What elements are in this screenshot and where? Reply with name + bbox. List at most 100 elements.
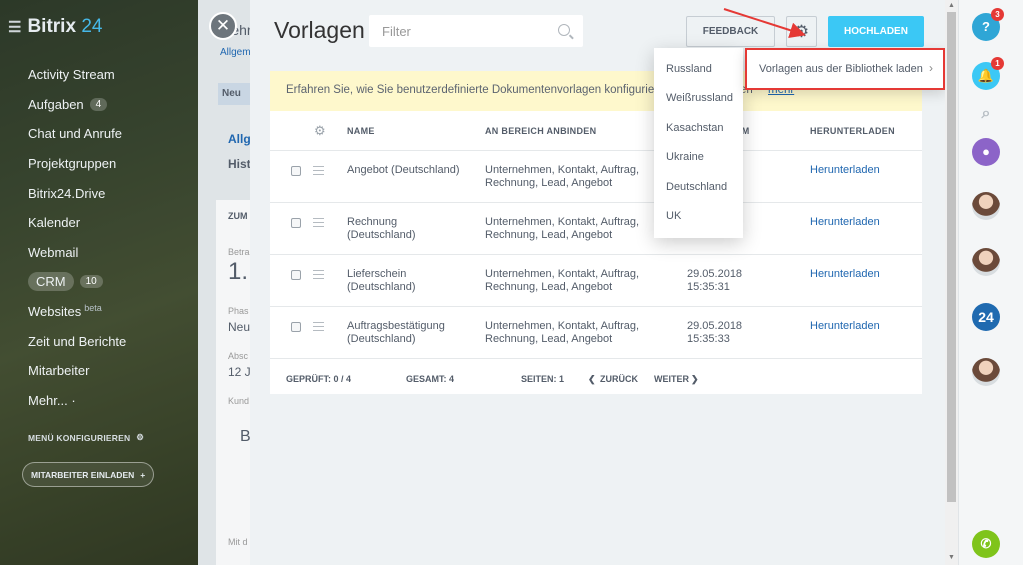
- scroll-up-icon[interactable]: ▲: [948, 2, 955, 9]
- behind-label: Betra: [228, 247, 250, 257]
- drag-handle-icon[interactable]: [313, 322, 324, 331]
- behind-value: 12 J: [228, 365, 251, 379]
- sidebar-item-websites[interactable]: Websites beta: [28, 297, 126, 327]
- sidebar-item-label: Activity Stream: [28, 67, 115, 83]
- filter-input[interactable]: Filter: [369, 15, 583, 47]
- binding-line: Rechnung, Lead, Angebot: [485, 229, 613, 241]
- right-toolbar: ? 3 🔔 1 ⌕ ● 24 ✆: [958, 0, 1023, 565]
- download-link[interactable]: Herunterladen: [810, 164, 880, 177]
- column-bind[interactable]: AN BEREICH ANBINDEN: [485, 126, 596, 136]
- search-icon[interactable]: ⌕: [972, 100, 1000, 128]
- behind-tab-history: Hist: [228, 157, 251, 171]
- gear-icon[interactable]: ⚙: [314, 123, 326, 139]
- sidebar-item-zeit[interactable]: Zeit und Berichte: [28, 326, 126, 356]
- template-binding: Unternehmen, Kontakt, Auftrag, Rechnung, …: [485, 268, 639, 294]
- sidebar-item-label: Mitarbeiter: [28, 363, 90, 379]
- column-download[interactable]: HERUNTERLADEN: [810, 126, 895, 136]
- phone-icon[interactable]: ✆: [972, 530, 1000, 558]
- template-binding: Unternehmen, Kontakt, Auftrag, Rechnung, …: [485, 164, 639, 190]
- sidebar-item-drive[interactable]: Bitrix24.Drive: [28, 178, 126, 208]
- menu-icon[interactable]: ☰: [8, 18, 21, 36]
- sidebar-item-mitarbeiter[interactable]: Mitarbeiter: [28, 356, 126, 386]
- menu-item-library-templates[interactable]: Vorlagen aus der Bibliothek laden ›: [745, 48, 945, 90]
- template-binding: Unternehmen, Kontakt, Auftrag, Rechnung, …: [485, 216, 639, 242]
- time-line: 15:35:33: [687, 333, 730, 345]
- menu-item-country[interactable]: Ukraine: [666, 151, 704, 163]
- sidebar-nav: Activity Stream Aufgaben 4 Chat und Anruf…: [28, 60, 126, 415]
- help-icon[interactable]: ? 3: [972, 8, 1004, 41]
- row-checkbox[interactable]: [291, 218, 301, 228]
- sidebar-item-aufgaben[interactable]: Aufgaben 4: [28, 90, 126, 120]
- binding-line: Rechnung, Lead, Angebot: [485, 281, 613, 293]
- templates-grid: ⚙ NAME AN BEREICH ANBINDEN AM HERUNTERLA…: [270, 111, 922, 394]
- avatar[interactable]: [972, 358, 1000, 386]
- sidebar-item-chat[interactable]: Chat und Anrufe: [28, 119, 126, 149]
- menu-item-country[interactable]: UK: [666, 210, 681, 222]
- menu-item-country[interactable]: Deutschland: [666, 181, 727, 193]
- sidebar-item-activity-stream[interactable]: Activity Stream: [28, 60, 126, 90]
- drag-handle-icon[interactable]: [313, 218, 324, 227]
- template-binding: Unternehmen, Kontakt, Auftrag, Rechnung, …: [485, 320, 639, 346]
- drag-handle-icon[interactable]: [313, 166, 324, 175]
- date-line: 29.05.2018: [687, 320, 743, 332]
- sidebar-item-label: Bitrix24.Drive: [28, 185, 106, 201]
- sidebar-item-projektgruppen[interactable]: Projektgruppen: [28, 149, 126, 179]
- bell-icon[interactable]: 🔔 1: [972, 57, 1004, 90]
- menu-item-country[interactable]: Russland: [666, 63, 712, 75]
- template-name[interactable]: Lieferschein (Deutschland): [347, 268, 415, 294]
- row-checkbox[interactable]: [291, 322, 301, 332]
- info-text: Erfahren Sie, wie Sie benutzerdefinierte…: [286, 84, 687, 96]
- table-row: Lieferschein (Deutschland) Unternehmen, K…: [270, 255, 922, 307]
- template-name[interactable]: Angebot (Deutschland): [347, 164, 460, 177]
- bitrix24-icon[interactable]: 24: [972, 303, 1000, 331]
- invite-button[interactable]: MITARBEITER EINLADEN +: [22, 462, 155, 487]
- template-name[interactable]: Rechnung (Deutschland): [347, 216, 415, 242]
- plus-icon: +: [140, 469, 146, 480]
- sidebar-item-label: Aufgaben: [28, 96, 84, 112]
- grid-header: ⚙ NAME AN BEREICH ANBINDEN AM HERUNTERLA…: [270, 111, 922, 151]
- panel-scrollbar[interactable]: ▲ ▼: [945, 0, 958, 565]
- template-name[interactable]: Auftragsbestätigung (Deutschland): [347, 320, 445, 346]
- menu-config-link[interactable]: MENÜ KONFIGURIEREN ⚙: [28, 432, 144, 443]
- sidebar-item-crm[interactable]: CRM 10: [28, 267, 126, 297]
- sidebar-item-label: Kalender: [28, 215, 81, 231]
- close-icon[interactable]: ✕: [209, 12, 237, 40]
- menu-item-country[interactable]: Kasachstan: [666, 122, 723, 134]
- download-link[interactable]: Herunterladen: [810, 268, 880, 281]
- binding-line: Rechnung, Lead, Angebot: [485, 333, 613, 345]
- avatar[interactable]: [972, 192, 1000, 220]
- scrollbar-thumb[interactable]: [947, 12, 956, 502]
- sidebar-item-webmail[interactable]: Webmail: [28, 238, 126, 268]
- chevron-left-icon[interactable]: ❮: [588, 374, 596, 385]
- download-link[interactable]: Herunterladen: [810, 320, 880, 333]
- count-badge: 10: [79, 275, 103, 289]
- next-page-button[interactable]: WEITER: [654, 374, 689, 384]
- template-date: 29.05.2018 15:35:31: [687, 268, 742, 294]
- avatar[interactable]: [972, 248, 1000, 276]
- chat-icon[interactable]: ●: [972, 138, 1000, 166]
- chevron-right-icon[interactable]: ❯: [691, 374, 699, 385]
- row-checkbox[interactable]: [291, 166, 301, 176]
- upload-button[interactable]: HOCHLADEN: [828, 16, 924, 47]
- count-badge: 4: [89, 97, 108, 111]
- row-checkbox[interactable]: [291, 270, 301, 280]
- logo[interactable]: ☰ Bitrix 24: [8, 16, 102, 38]
- checked-count: GEPRÜFT: 0 / 4: [286, 374, 352, 384]
- behind-label: Kund: [228, 396, 250, 406]
- download-link[interactable]: Herunterladen: [810, 216, 880, 229]
- page-number[interactable]: 1: [559, 374, 564, 384]
- column-name[interactable]: NAME: [347, 126, 375, 136]
- behind-value: Neu: [228, 320, 251, 334]
- binding-line: Unternehmen, Kontakt, Auftrag,: [485, 268, 640, 280]
- sidebar-item-kalender[interactable]: Kalender: [28, 208, 126, 238]
- sidebar-item-mehr[interactable]: Mehr... ·: [28, 386, 126, 416]
- behind-label: Absc: [228, 351, 249, 361]
- notification-badge: 1: [991, 57, 1004, 70]
- prev-page-button[interactable]: ZURÜCK: [600, 374, 638, 384]
- drag-handle-icon[interactable]: [313, 270, 324, 279]
- scroll-down-icon[interactable]: ▼: [948, 554, 955, 561]
- sidebar-item-label: Chat und Anrufe: [28, 126, 122, 142]
- binding-line: Unternehmen, Kontakt, Auftrag,: [485, 216, 640, 228]
- menu-item-country[interactable]: Weißrussland: [666, 92, 733, 104]
- search-icon[interactable]: [558, 24, 570, 36]
